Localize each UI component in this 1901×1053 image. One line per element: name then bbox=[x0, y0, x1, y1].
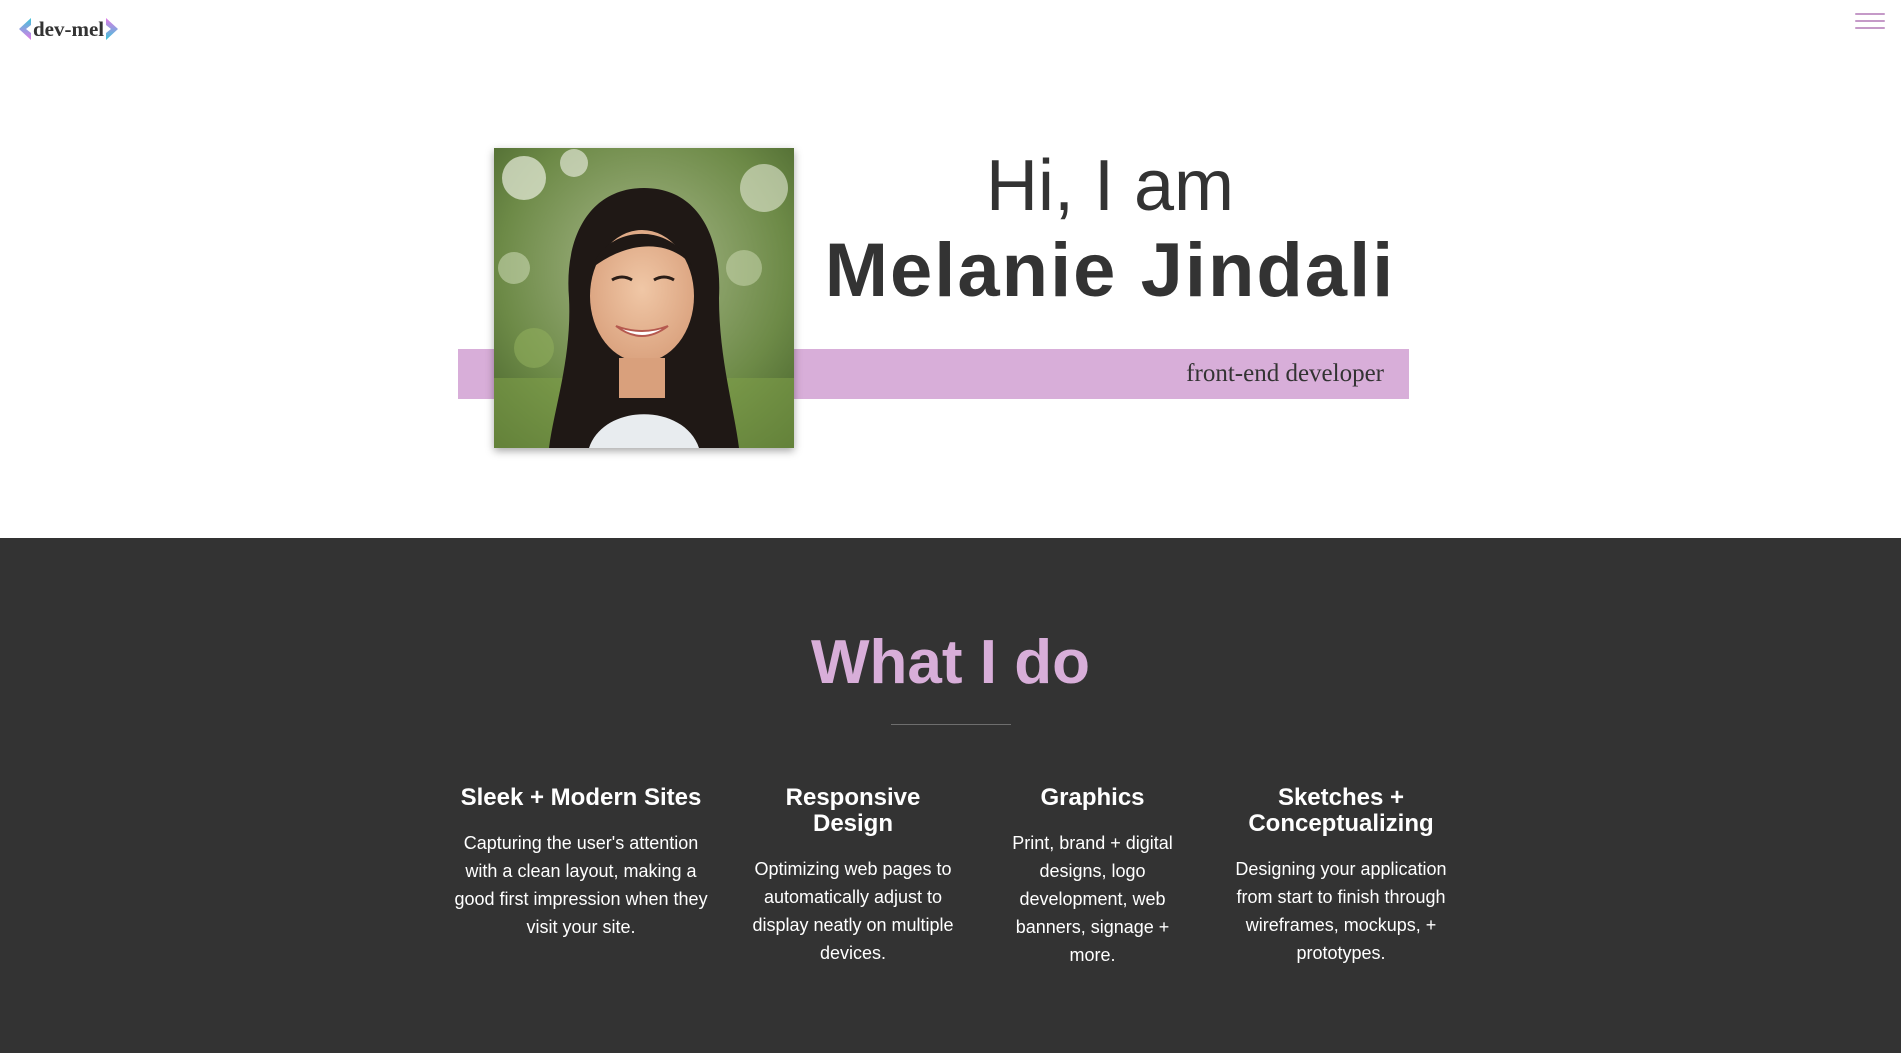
services-section: What I do Sleek + Modern Sites Capturing… bbox=[0, 538, 1901, 1053]
services-title: What I do bbox=[811, 628, 1090, 697]
section-divider bbox=[891, 724, 1011, 725]
service-card-graphics: Graphics Print, brand + digital designs,… bbox=[1000, 785, 1185, 969]
hero-section: dev-mel front-end developer Hi, I am Mel… bbox=[0, 0, 1901, 538]
menu-line bbox=[1855, 13, 1885, 15]
logo-link[interactable]: dev-mel bbox=[18, 14, 119, 44]
logo-text: dev-mel bbox=[33, 17, 105, 41]
role-text: front-end developer bbox=[1186, 360, 1384, 387]
service-card-sleek-modern-sites: Sleek + Modern Sites Capturing the user'… bbox=[450, 785, 712, 941]
hero-name: Melanie Jindali bbox=[824, 228, 1396, 313]
page: dev-mel front-end developer Hi, I am Mel… bbox=[0, 0, 1901, 1053]
service-title: Sketches + Conceptualizing bbox=[1248, 784, 1434, 837]
menu-line bbox=[1855, 27, 1885, 29]
service-title: Graphics bbox=[1040, 784, 1145, 811]
service-description: Optimizing web pages to automatically ad… bbox=[752, 859, 954, 963]
service-description: Designing your application from start to… bbox=[1235, 859, 1447, 963]
chevron-left-icon bbox=[19, 18, 31, 40]
service-description: Capturing the user's attention with a cl… bbox=[454, 833, 708, 937]
hero-greeting: Hi, I am bbox=[985, 146, 1235, 226]
service-card-responsive-design: Responsive Design Optimizing web pages t… bbox=[745, 785, 961, 967]
service-title: Sleek + Modern Sites bbox=[460, 784, 702, 811]
service-card-sketches-conceptualizing: Sketches + Conceptualizing Designing you… bbox=[1228, 785, 1454, 967]
chevron-right-icon bbox=[106, 18, 119, 40]
service-title: Responsive Design bbox=[785, 784, 921, 837]
service-description: Print, brand + digital designs, logo dev… bbox=[1012, 833, 1173, 965]
profile-photo bbox=[494, 148, 794, 448]
menu-line bbox=[1855, 20, 1885, 22]
hamburger-menu-icon[interactable] bbox=[1853, 10, 1887, 32]
